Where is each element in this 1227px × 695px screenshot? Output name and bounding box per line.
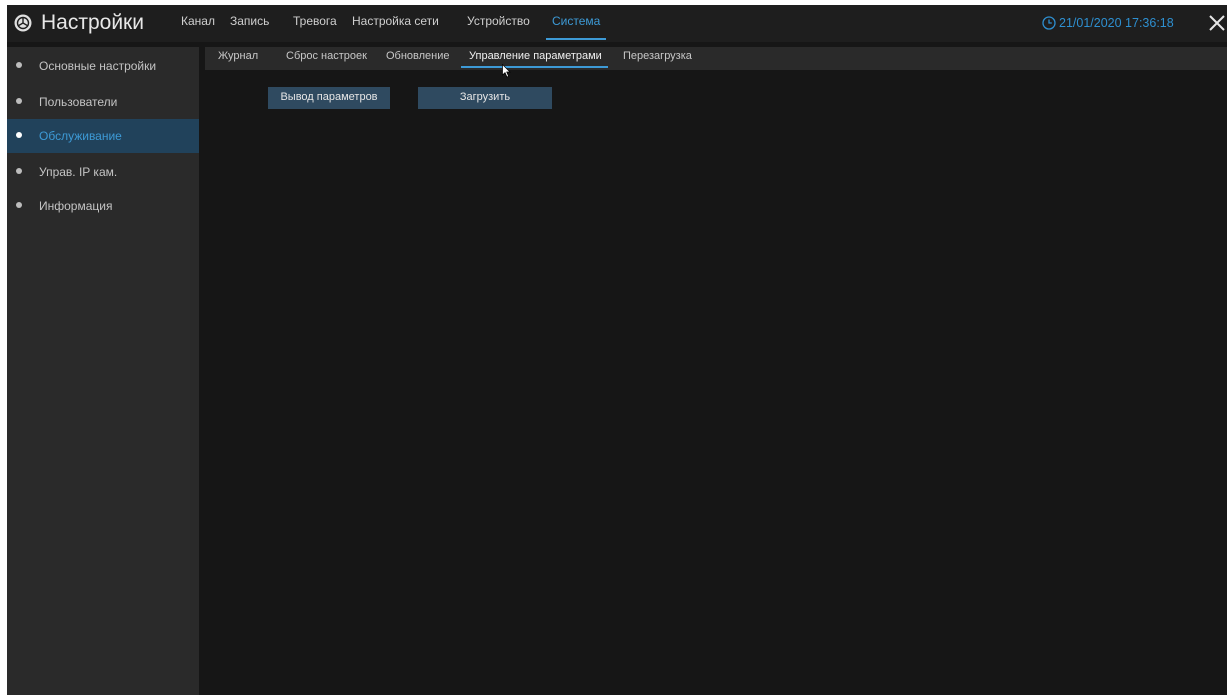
- tab-record[interactable]: Запись: [230, 5, 269, 42]
- sidebar-item-label: Управ. IP кам.: [39, 165, 118, 179]
- sidebar-item-label: Обслуживание: [39, 129, 122, 143]
- export-parameters-button[interactable]: Вывод параметров: [268, 87, 390, 109]
- settings-logo-icon: [14, 14, 32, 32]
- sidebar-item-label: Информация: [39, 199, 113, 213]
- subtab-parameter-management[interactable]: Управление параметрами: [461, 47, 608, 70]
- load-button[interactable]: Загрузить: [418, 87, 552, 109]
- sidebar-item-general[interactable]: Основные настройки: [7, 49, 199, 83]
- bullet-icon: [16, 62, 22, 68]
- bullet-icon: [16, 202, 22, 208]
- sidebar-item-maintenance[interactable]: Обслуживание: [7, 119, 199, 153]
- close-icon[interactable]: [1207, 13, 1227, 33]
- datetime-text: 21/01/2020 17:36:18: [1059, 16, 1174, 30]
- sidebar: Основные настройки Пользователи Обслужив…: [7, 47, 199, 695]
- subtab-reboot[interactable]: Перезагрузка: [623, 47, 692, 70]
- sub-nav: Журнал Сброс настроек Обновление Управле…: [205, 47, 1227, 70]
- subtab-reset[interactable]: Сброс настроек: [286, 47, 367, 70]
- tab-system[interactable]: Система: [545, 5, 607, 42]
- sidebar-item-label: Основные настройки: [39, 59, 157, 73]
- tab-network[interactable]: Настройка сети: [352, 5, 439, 42]
- datetime-display: 21/01/2020 17:36:18: [1042, 14, 1174, 32]
- page-title: Настройки: [41, 11, 144, 34]
- tab-channel[interactable]: Канал: [181, 5, 215, 42]
- sidebar-item-ip-cameras[interactable]: Управ. IP кам.: [7, 155, 199, 189]
- sidebar-item-label: Пользователи: [39, 95, 118, 109]
- settings-window: Настройки Канал Запись Тревога Настройка…: [7, 5, 1227, 695]
- clock-icon: [1042, 16, 1056, 30]
- bullet-icon: [16, 98, 22, 104]
- bullet-icon: [16, 168, 22, 174]
- subtab-update[interactable]: Обновление: [386, 47, 450, 70]
- mouse-cursor-icon: [502, 64, 511, 78]
- sidebar-item-information[interactable]: Информация: [7, 189, 199, 223]
- bullet-icon: [16, 132, 22, 138]
- subtab-log[interactable]: Журнал: [218, 47, 258, 70]
- tab-alarm[interactable]: Тревога: [293, 5, 337, 42]
- sidebar-item-users[interactable]: Пользователи: [7, 85, 199, 119]
- tab-device[interactable]: Устройство: [467, 5, 530, 42]
- top-bar: Настройки Канал Запись Тревога Настройка…: [7, 5, 1227, 42]
